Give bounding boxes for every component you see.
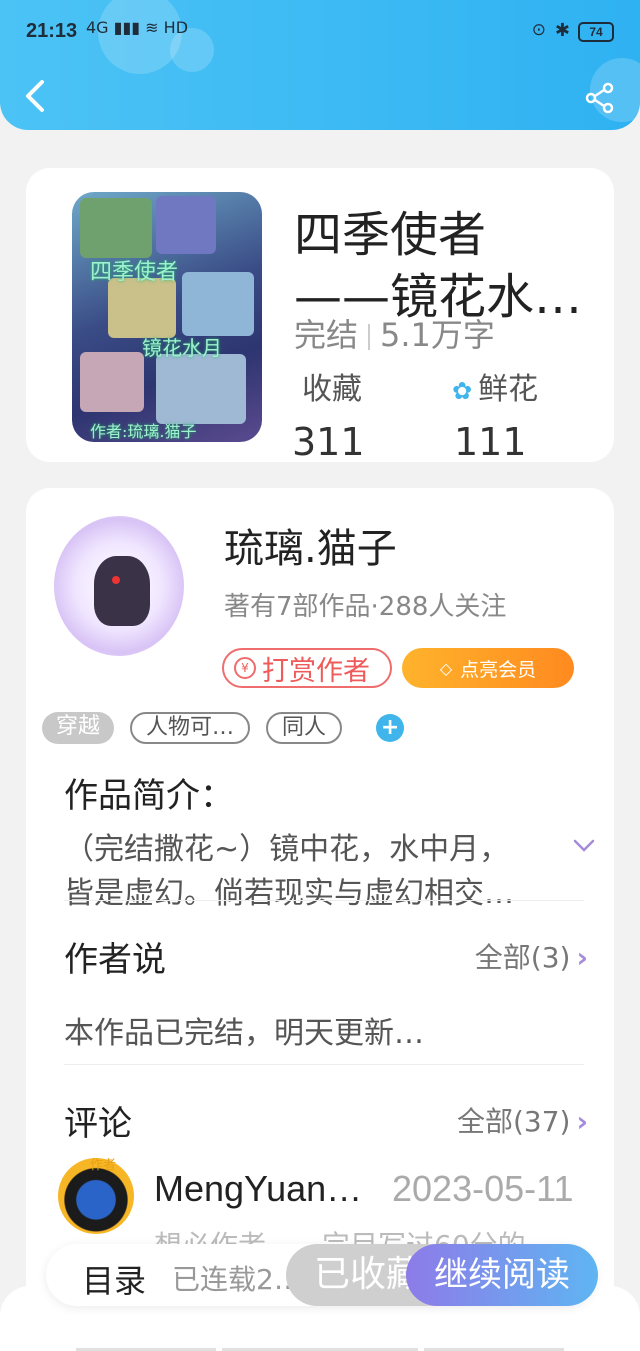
back-arrow-icon[interactable] <box>20 76 50 116</box>
share-icon[interactable] <box>584 82 616 114</box>
comments-title: 评论 <box>64 1104 132 1144</box>
author-name[interactable]: 琉璃.猫子 <box>224 516 397 574</box>
status-bar: 21:13 4G ▮▮▮ ≋ HD ⊙ ✱ 74 <box>0 14 640 54</box>
collect-label: 收藏 <box>302 372 362 407</box>
intro-text[interactable]: （完结撒花~）镜中花，水中月， 皆是虚幻。倘若现实与虚幻相交… <box>64 828 544 916</box>
book-word-count: 5.1万字 <box>380 316 495 354</box>
author-say-more[interactable]: 全部(3) › <box>475 936 588 976</box>
book-status: 完结 <box>294 316 359 354</box>
book-cover[interactable]: 四季使者 镜花水月 作者:琉璃.猫子 <box>72 192 262 442</box>
comments-more[interactable]: 全部(37) › <box>457 1100 588 1140</box>
status-time: 21:13 <box>26 20 78 42</box>
author-say-title: 作者说 <box>64 940 166 980</box>
intro-title: 作品简介： <box>64 776 234 816</box>
author-detail-card: 琉璃.猫子 著有7部作品·288人关注 ¥ 打赏作者 ◇ 点亮会员 穿越 人物可… <box>26 488 614 1351</box>
bottom-action-bar: 目录 已连载2… 已收藏 继续阅读 <box>46 1244 598 1306</box>
serial-status: 已连载2… <box>172 1263 302 1296</box>
chevron-right-icon: › <box>576 1105 588 1138</box>
continue-reading-button[interactable]: 继续阅读 <box>406 1244 598 1306</box>
vip-member-button[interactable]: ◇ 点亮会员 <box>402 648 574 688</box>
commenter-name[interactable]: MengYuan… <box>154 1168 374 1210</box>
tip-author-button[interactable]: ¥ 打赏作者 <box>222 648 392 688</box>
toc-button[interactable]: 目录 <box>82 1256 146 1302</box>
top-app-bar: 21:13 4G ▮▮▮ ≋ HD ⊙ ✱ 74 <box>0 0 640 130</box>
book-meta: 完结 5.1万字 <box>294 310 495 356</box>
tag-item[interactable]: 穿越 <box>42 712 115 744</box>
cover-title-text: 四季使者 <box>90 260 179 285</box>
bluetooth-icon: ✱ <box>554 20 570 41</box>
cover-author-text: 作者:琉璃.猫子 <box>90 422 197 441</box>
flower-label[interactable]: ✿ 鲜花 <box>452 364 538 408</box>
author-stats: 著有7部作品·288人关注 <box>224 592 507 622</box>
flower-count: 111 <box>454 420 527 462</box>
author-say-text[interactable]: 本作品已完结，明天更新… <box>64 1008 424 1052</box>
signal-icon: 4G ▮▮▮ ≋ HD <box>86 18 189 37</box>
diamond-icon: ◇ <box>439 658 453 678</box>
add-tag-icon[interactable]: + <box>376 714 405 742</box>
lock-icon: ⊙ <box>531 20 546 40</box>
battery-icon: 74 <box>578 22 614 42</box>
book-info-card: 四季使者 镜花水月 作者:琉璃.猫子 四季使者 ——镜花水… 完结 5.1万字 收… <box>26 168 614 462</box>
tag-item[interactable]: 同人 <box>266 712 343 744</box>
yen-icon: ¥ <box>234 657 256 679</box>
flower-icon: ✿ <box>452 377 473 405</box>
collect-count: 311 <box>292 420 365 462</box>
tag-item[interactable]: 人物可… <box>130 712 251 744</box>
comment-date: 2023-05-11 <box>392 1168 574 1209</box>
cover-subtitle-text: 镜花水月 <box>142 336 222 360</box>
author-avatar[interactable] <box>54 516 184 656</box>
author-badge: 作者 <box>90 1158 117 1173</box>
tag-list: 穿越 人物可… 同人 + <box>42 712 405 744</box>
chevron-right-icon: › <box>576 941 588 974</box>
chevron-down-icon[interactable] <box>572 838 596 854</box>
